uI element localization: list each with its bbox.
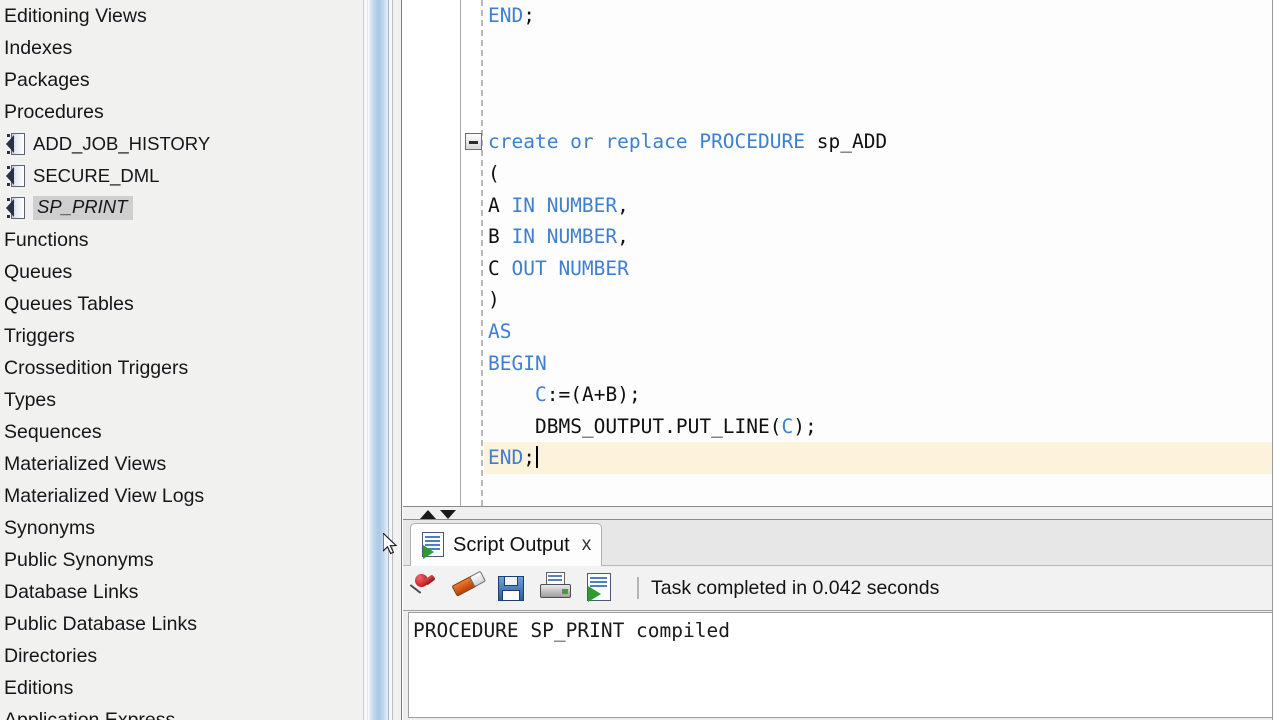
tree-item-label: Indexes xyxy=(4,37,73,59)
tree-item-materialized-view-logs[interactable]: Materialized View Logs xyxy=(0,480,363,512)
tree-item-indexes[interactable]: Indexes xyxy=(0,32,363,64)
tree-item-public-database-links[interactable]: Public Database Links xyxy=(0,608,363,640)
tree-item-secure-dml[interactable]: SECURE_DML xyxy=(0,160,363,192)
tree-item-label: Public Database Links xyxy=(4,613,197,635)
code-line[interactable]: B IN NUMBER, xyxy=(484,221,1280,253)
code-line[interactable]: ) xyxy=(484,284,1280,316)
tree-item-synonyms[interactable]: Synonyms xyxy=(0,512,363,544)
output-tab-strip: Script Output x xyxy=(403,520,1280,566)
window-right-edge xyxy=(1272,0,1280,720)
tree-item-label: Application Express xyxy=(4,709,176,720)
output-text-area[interactable]: PROCEDURE SP_PRINT compiled xyxy=(408,612,1274,718)
collapse-down-icon[interactable] xyxy=(440,510,456,519)
code-line[interactable]: C OUT NUMBER xyxy=(484,253,1280,285)
tree-item-label: Functions xyxy=(4,229,89,251)
output-toolbar: Task completed in 0.042 seconds xyxy=(403,566,1280,611)
toolbar-separator xyxy=(637,577,639,599)
tree-item-label: Packages xyxy=(4,69,90,91)
tree-item-public-synonyms[interactable]: Public Synonyms xyxy=(0,544,363,576)
tree-item-types[interactable]: Types xyxy=(0,384,363,416)
output-message: PROCEDURE SP_PRINT compiled xyxy=(413,619,730,642)
tree-item-add-job-history[interactable]: ADD_JOB_HISTORY xyxy=(0,128,363,160)
horizontal-splitter[interactable] xyxy=(403,506,1280,520)
print-button[interactable] xyxy=(535,568,579,608)
tree-item-label: Crossedition Triggers xyxy=(4,357,189,379)
code-line[interactable]: C:=(A+B); xyxy=(484,379,1280,411)
code-line[interactable]: END; xyxy=(484,442,1280,474)
pin-button[interactable] xyxy=(403,568,447,608)
tree-item-sequences[interactable]: Sequences xyxy=(0,416,363,448)
code-line[interactable]: create or replace PROCEDURE sp_ADD xyxy=(484,126,1280,158)
save-button[interactable] xyxy=(491,568,535,608)
code-line[interactable]: BEGIN xyxy=(484,348,1280,380)
tree-item-queues[interactable]: Queues xyxy=(0,256,363,288)
vertical-splitter[interactable] xyxy=(392,0,402,720)
fold-guide-line xyxy=(481,0,483,506)
procedure-icon xyxy=(6,132,27,156)
tree-item-label: Database Links xyxy=(4,581,139,603)
collapse-up-icon[interactable] xyxy=(420,510,436,519)
code-line[interactable] xyxy=(484,32,1280,64)
tree-item-label: ADD_JOB_HISTORY xyxy=(33,133,211,154)
tree-item-label: Procedures xyxy=(4,101,104,123)
tree-item-procedures[interactable]: Procedures xyxy=(0,96,363,128)
tree-item-label: Directories xyxy=(4,645,98,667)
tree-item-application-express[interactable]: Application Express xyxy=(0,704,363,720)
editor-line-number-gutter xyxy=(403,0,461,506)
tree-item-functions[interactable]: Functions xyxy=(0,224,363,256)
tree-item-label: Types xyxy=(4,389,57,411)
close-icon[interactable]: x xyxy=(582,534,592,556)
run-script-button[interactable] xyxy=(579,568,623,608)
tab-script-output[interactable]: Script Output x xyxy=(410,523,603,566)
code-line[interactable]: ( xyxy=(484,158,1280,190)
tree-item-queues-tables[interactable]: Queues Tables xyxy=(0,288,363,320)
tree-item-label: Materialized View Logs xyxy=(4,485,205,507)
splitter-arrows[interactable] xyxy=(420,510,456,519)
tree-item-label: Sequences xyxy=(4,421,102,443)
tree-item-label: Synonyms xyxy=(4,517,96,539)
tree-item-label: Editions xyxy=(4,677,74,699)
tree-item-materialized-views[interactable]: Materialized Views xyxy=(0,448,363,480)
sql-developer-window: Editioning Views Indexes Packages Procedure… xyxy=(0,0,1280,720)
tree-item-label: Triggers xyxy=(4,325,75,347)
tree-item-triggers[interactable]: Triggers xyxy=(0,320,363,352)
code-line[interactable]: A IN NUMBER, xyxy=(484,190,1280,222)
code-line[interactable]: DBMS_OUTPUT.PUT_LINE(C); xyxy=(484,411,1280,443)
script-output-icon xyxy=(421,532,447,559)
code-editor[interactable]: END; create or replace PROCEDURE sp_ADD(… xyxy=(403,0,1280,506)
code-line[interactable]: AS xyxy=(484,316,1280,348)
tree-item-directories[interactable]: Directories xyxy=(0,640,363,672)
tree-item-label: Editioning Views xyxy=(4,5,147,27)
tree-item-database-links[interactable]: Database Links xyxy=(0,576,363,608)
status-text: Task completed in 0.042 seconds xyxy=(651,576,940,599)
tree-item-sp-print[interactable]: SP_PRINT xyxy=(0,192,363,224)
code-line[interactable]: END; xyxy=(484,0,1280,32)
script-output-panel: Script Output x Task completed in 0.042 … xyxy=(403,520,1280,720)
tree-item-label: SECURE_DML xyxy=(33,165,160,186)
object-tree: Editioning Views Indexes Packages Procedure… xyxy=(0,0,363,720)
tree-item-packages[interactable]: Packages xyxy=(0,64,363,96)
tab-label: Script Output xyxy=(453,533,570,556)
collapse-fold-icon[interactable] xyxy=(465,133,482,150)
tree-item-label: Materialized Views xyxy=(4,453,167,475)
code-text-area[interactable]: END; create or replace PROCEDURE sp_ADD(… xyxy=(484,0,1280,506)
navigator-scrollbar-thumb[interactable] xyxy=(367,0,389,720)
tree-item-label: Queues xyxy=(4,261,73,283)
navigator-vertical-scrollbar[interactable] xyxy=(364,0,392,720)
code-line[interactable] xyxy=(484,95,1280,127)
code-line[interactable] xyxy=(484,63,1280,95)
tree-item-editions[interactable]: Editions xyxy=(0,672,363,704)
tree-item-editioning-views[interactable]: Editioning Views xyxy=(0,0,363,32)
tree-item-label: Queues Tables xyxy=(4,293,134,315)
tree-item-label: Public Synonyms xyxy=(4,549,154,571)
procedure-icon xyxy=(6,196,27,220)
clear-button[interactable] xyxy=(447,568,491,608)
tree-item-crossedition-triggers[interactable]: Crossedition Triggers xyxy=(0,352,363,384)
procedure-icon xyxy=(6,164,27,188)
tree-item-label: SP_PRINT xyxy=(33,196,134,220)
database-navigator-panel: Editioning Views Indexes Packages Procedure… xyxy=(0,0,364,720)
